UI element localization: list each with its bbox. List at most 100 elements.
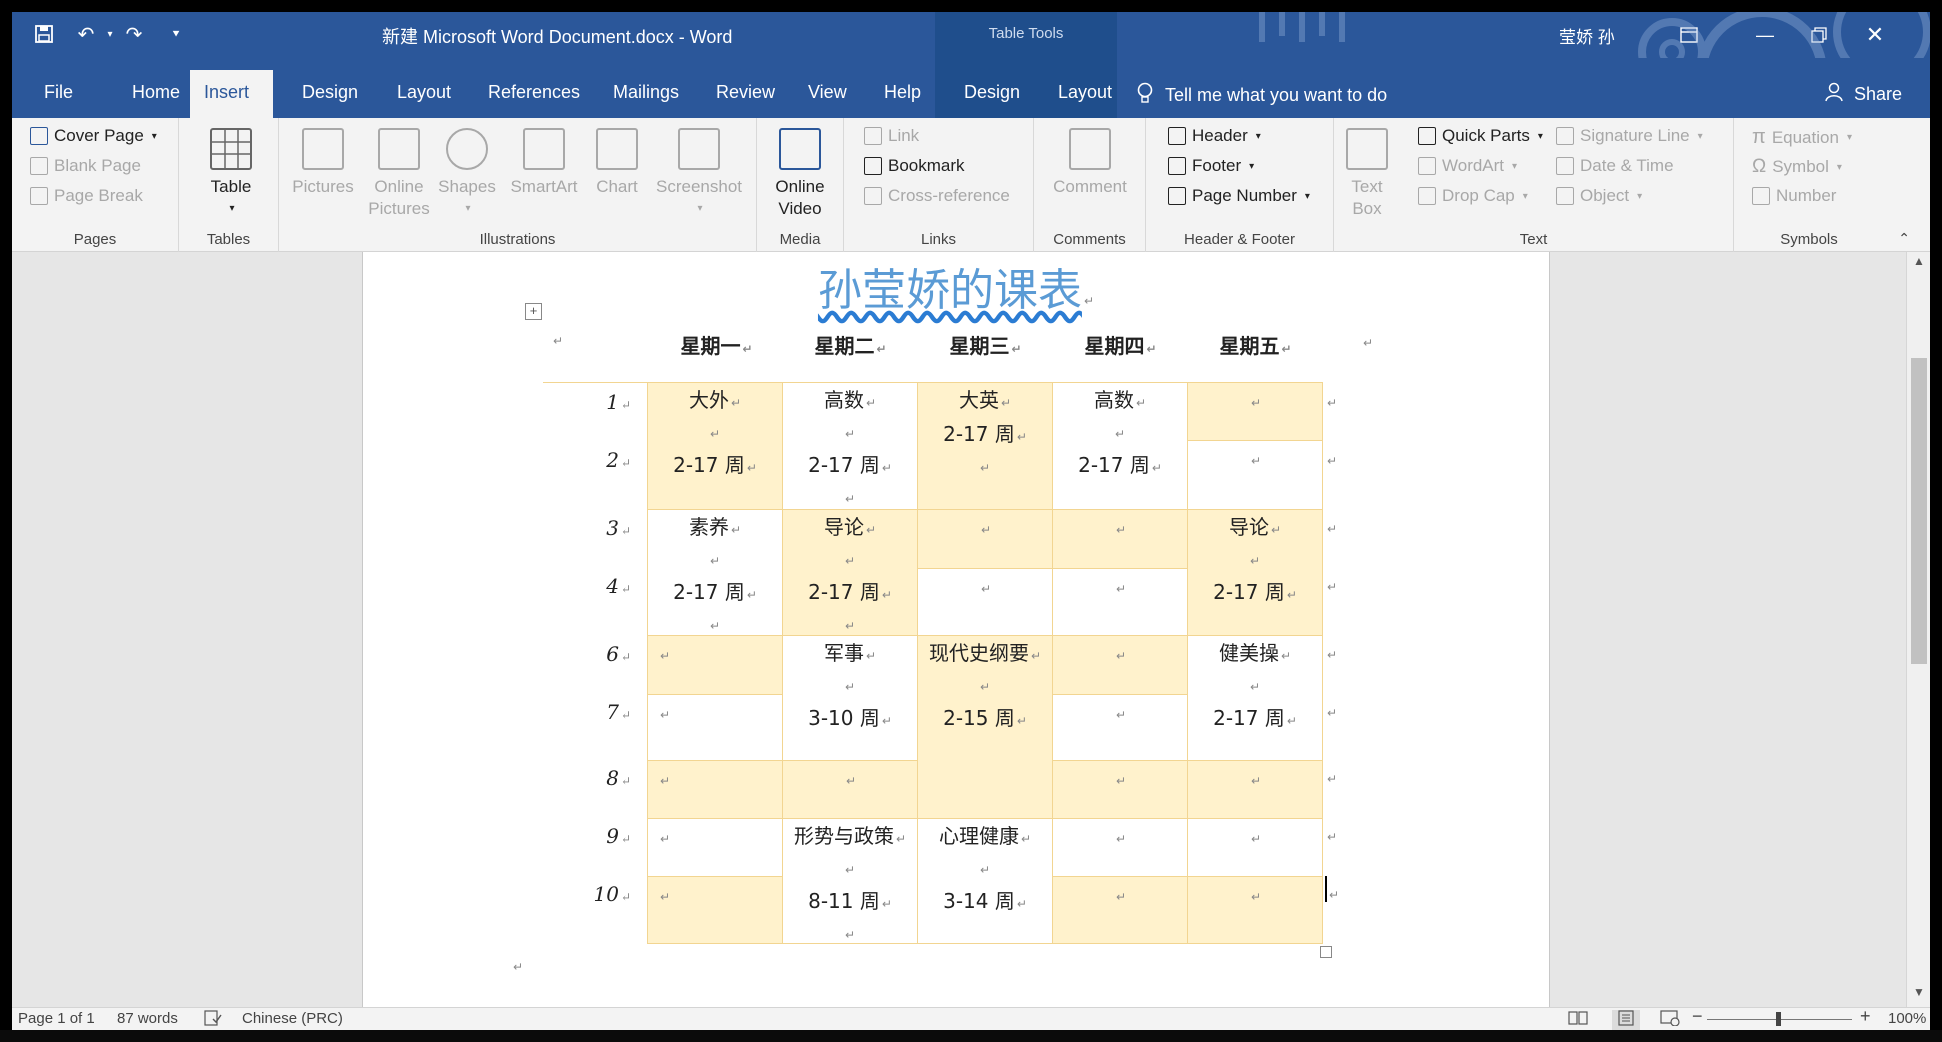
tab-help[interactable]: Help [870,70,935,118]
tab-file[interactable]: File [30,70,87,118]
chart-button[interactable]: Chart [589,128,645,198]
drop-cap-button[interactable]: Drop Cap ▾ [1418,186,1528,206]
table-cell[interactable]: ↵ [1187,440,1323,510]
table-cell[interactable]: ↵ [1052,694,1188,761]
comment-button[interactable]: Comment [1048,128,1132,198]
table-cell[interactable]: ↵ [1052,818,1188,877]
table-cell[interactable]: 健美操 ↵ ↵ 2-17 周 ↵ [1187,635,1323,761]
user-name[interactable]: 莹娇 孙 [1559,23,1615,48]
online-video-button[interactable]: Online Video [767,128,833,220]
table-cell[interactable]: ↵ [1187,382,1323,441]
table-cell[interactable]: ↵ [782,760,918,819]
table-cell[interactable]: 素养 ↵ ↵ 2-17 周 ↵ ↵ [647,509,783,636]
object-button[interactable]: Object ▾ [1556,186,1642,206]
scroll-up-icon[interactable]: ▲ [1907,254,1930,274]
table-cell[interactable]: ↵ [1052,876,1188,944]
tab-layout[interactable]: Layout [383,70,465,118]
tab-mailings[interactable]: Mailings [599,70,693,118]
equation-button[interactable]: π Equation ▾ [1752,126,1852,149]
zoom-level[interactable]: 100% [1888,1010,1926,1027]
tab-design[interactable]: Design [288,70,372,118]
table-cell[interactable]: ↵ [1187,818,1323,877]
print-layout-icon[interactable] [1612,1010,1640,1030]
footer-button[interactable]: Footer ▾ [1168,156,1254,176]
table-move-handle-icon[interactable]: + [525,303,542,320]
table-cell[interactable]: 高数 ↵ ↵ 2-17 周 ↵ ↵ [782,382,918,510]
page-break-button[interactable]: Page Break [30,186,143,206]
table-cell[interactable]: ↵ [1052,760,1188,819]
symbol-button[interactable]: Ω Symbol ▾ [1752,156,1842,178]
table-cell[interactable]: ↵ [1052,568,1188,636]
table-cell[interactable]: ↵ [647,876,783,944]
document-page[interactable]: 孙莹娇的课表 ↵ + ↵ 星期一 ↵ 星期二 ↵ 星期三 ↵ 星期四 ↵ 星期五 ↵ ↵ 1… [362,252,1550,1007]
table-cell[interactable]: 大外 ↵ ↵ 2-17 周 ↵ [647,382,783,510]
table-cell[interactable]: ↵ [1187,876,1323,944]
proofing-icon[interactable] [204,1010,222,1030]
shapes-button[interactable]: Shapes ▾ [435,128,499,220]
table-button[interactable]: Table ▾ [203,128,259,220]
table-cell[interactable]: ↵ [647,635,783,695]
tab-review[interactable]: Review [702,70,789,118]
table-cell[interactable]: 导论 ↵ ↵ 2-17 周 ↵ [1187,509,1323,636]
date-time-button[interactable]: Date & Time [1556,156,1674,176]
collapse-ribbon-icon[interactable]: ⌃ [1898,230,1910,247]
table-resize-handle-icon[interactable] [1320,946,1332,958]
tab-table-design[interactable]: Design [950,70,1034,118]
header-button[interactable]: Header ▾ [1168,126,1261,146]
language-indicator[interactable]: Chinese (PRC) [242,1010,343,1027]
table-cell[interactable]: ↵ [1187,760,1323,819]
quick-parts-button[interactable]: Quick Parts ▾ [1418,126,1543,146]
zoom-in-icon[interactable]: + [1860,1006,1871,1027]
link-button[interactable]: Link [864,126,919,146]
table-cell[interactable]: ↵ [647,760,783,819]
cross-reference-button[interactable]: Cross-reference [864,186,1010,206]
bookmark-button[interactable]: Bookmark [864,156,965,176]
tab-insert[interactable]: Insert [190,70,273,118]
table-cell[interactable]: 现代史纲要 ↵ ↵ 2-15 周 ↵ [917,635,1053,819]
table-cell[interactable]: 高数 ↵ ↵ 2-17 周 ↵ [1052,382,1188,510]
pictures-button[interactable]: Pictures [291,128,355,198]
web-layout-icon[interactable] [1660,1010,1680,1030]
tab-references[interactable]: References [474,70,594,118]
scroll-down-icon[interactable]: ▼ [1907,985,1930,1005]
customize-quick-access-icon[interactable]: ⯆ [162,20,190,48]
save-icon[interactable] [30,20,58,48]
table-cell[interactable]: ↵ [1052,509,1188,569]
read-mode-icon[interactable] [1568,1010,1588,1030]
number-button[interactable]: Number [1752,186,1836,206]
table-cell[interactable]: 导论 ↵ ↵ 2-17 周 ↵ ↵ [782,509,918,636]
tab-home[interactable]: Home [118,70,194,118]
online-pictures-button[interactable]: Online Pictures [367,128,431,220]
page-number-button[interactable]: Page Number ▾ [1168,186,1310,206]
document-area[interactable]: 孙莹娇的课表 ↵ + ↵ 星期一 ↵ 星期二 ↵ 星期三 ↵ 星期四 ↵ 星期五 ↵ ↵ 1… [12,252,1906,1007]
smartart-button[interactable]: SmartArt [503,128,585,198]
wordart-button[interactable]: WordArt ▾ [1418,156,1517,176]
page-count[interactable]: Page 1 of 1 [18,1010,95,1027]
zoom-slider-thumb[interactable] [1776,1012,1781,1026]
close-icon[interactable]: ✕ [1860,20,1890,50]
table-cell[interactable]: ↵ [647,818,783,877]
cover-page-button[interactable]: Cover Page ▾ [30,126,157,146]
ribbon-display-options-icon[interactable] [1674,20,1704,50]
tell-me-search[interactable]: Tell me what you want to do [1137,82,1387,109]
vertical-scrollbar[interactable]: ▲ ▼ [1906,252,1930,1007]
share-button[interactable]: Share [1824,82,1902,107]
minimize-icon[interactable]: — [1750,20,1780,50]
table-cell[interactable]: 大英 ↵ 2-17 周 ↵ ↵ [917,382,1053,510]
screenshot-button[interactable]: Screenshot ▾ [649,128,749,220]
table-cell[interactable]: ↵ [647,694,783,761]
table-cell[interactable]: ↵ [917,568,1053,636]
redo-icon[interactable]: ↷ [120,20,148,48]
tab-table-layout[interactable]: Layout [1044,70,1126,118]
table-cell[interactable]: 心理健康 ↵ ↵ 3-14 周 ↵ [917,818,1053,944]
table-cell[interactable]: 形势与政策 ↵ ↵ 8-11 周 ↵ ↵ [782,818,918,944]
word-count[interactable]: 87 words [117,1010,178,1027]
table-cell[interactable]: ↵ [1052,635,1188,695]
tab-view[interactable]: View [794,70,861,118]
text-box-button[interactable]: Text Box [1342,128,1392,220]
blank-page-button[interactable]: Blank Page [30,156,141,176]
scroll-thumb[interactable] [1911,358,1927,664]
signature-line-button[interactable]: Signature Line ▾ [1556,126,1703,146]
table-cell[interactable]: ↵ [917,509,1053,569]
restore-icon[interactable] [1804,20,1834,50]
